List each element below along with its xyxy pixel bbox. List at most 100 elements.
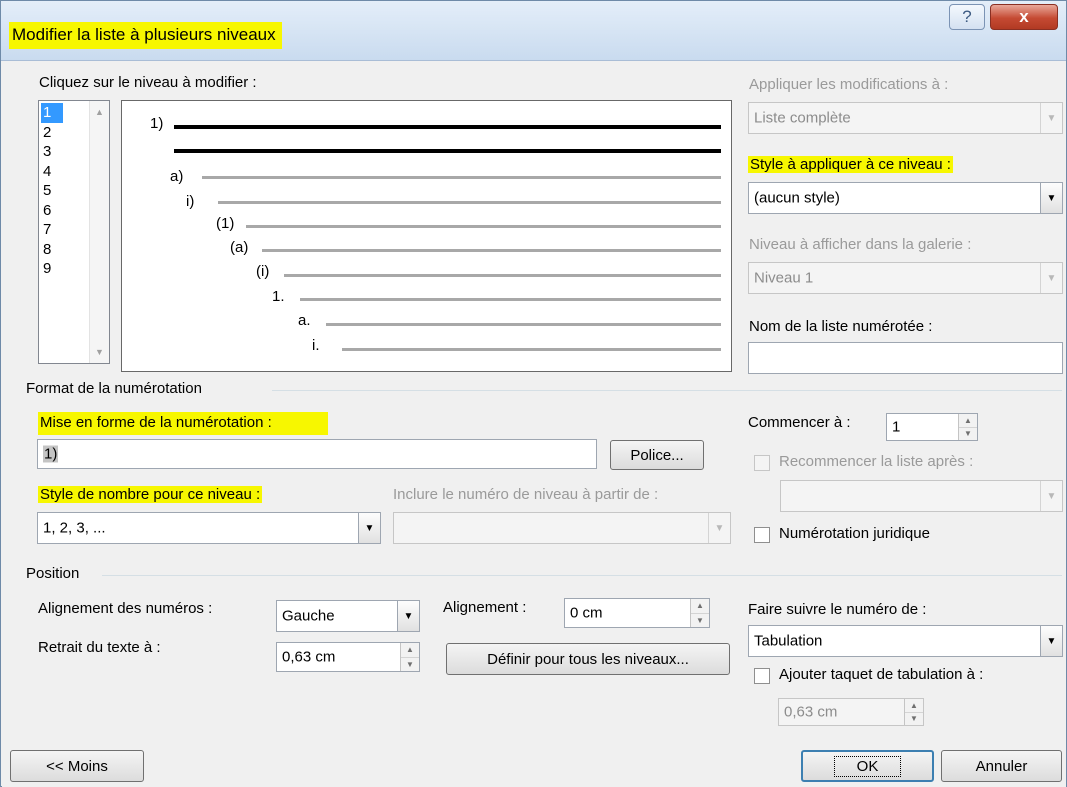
add-tab-stop-label: Ajouter taquet de tabulation à : [779,666,984,683]
tab-stop-spinner[interactable]: 0,63 cm ▲ ▼ [778,698,924,726]
style-level-value: (aucun style) [754,189,840,207]
restart-list-checkbox[interactable] [754,455,770,471]
alignment-dropdown[interactable]: Gauche ▼ [276,600,420,632]
arrow-down-icon[interactable]: ▼ [905,713,923,726]
number-format-input[interactable]: 1) [37,439,597,469]
font-button[interactable]: Police... [610,440,704,470]
level-item[interactable]: 3 [41,142,63,162]
arrow-up-icon[interactable]: ▲ [959,414,977,428]
number-format-value: 1) [43,445,59,463]
level-item[interactable]: 5 [41,181,63,201]
alignment-label: Alignement des numéros : [38,600,213,617]
arrow-up-icon[interactable]: ▲ [401,643,419,658]
preview-line [174,149,721,153]
aligned-at-label: Alignement : [443,599,527,616]
preview-number: (i) [256,263,270,280]
legal-numbering-label: Numérotation juridique [779,525,930,542]
style-level-dropdown[interactable]: (aucun style) ▼ [748,182,1063,214]
chevron-down-icon[interactable]: ▼ [708,513,730,543]
restart-list-dropdown[interactable]: ▼ [780,480,1063,512]
preview-number: (a) [230,239,249,256]
chevron-down-icon[interactable]: ▼ [397,601,419,631]
start-at-value: 1 [892,418,901,436]
arrow-down-icon[interactable]: ▼ [691,614,709,628]
gallery-level-label: Niveau à afficher dans la galerie : [749,236,972,253]
set-all-levels-button[interactable]: Définir pour tous les niveaux... [446,643,730,675]
alignment-value: Gauche [282,607,335,625]
text-indent-value: 0,63 cm [282,648,336,666]
number-format-label: Mise en forme de la numérotation : [38,412,328,435]
gallery-level-dropdown[interactable]: Niveau 1 ▼ [748,262,1063,294]
arrow-down-icon[interactable]: ▼ [401,658,419,672]
level-list-scrollbar[interactable]: ▲ ▼ [89,101,109,363]
level-item[interactable]: 6 [41,201,63,221]
aligned-at-value: 0 cm [570,604,603,622]
spinner-arrows[interactable]: ▲ ▼ [958,414,977,440]
less-button[interactable]: << Moins [10,750,144,782]
apply-value: Liste complète [754,109,851,127]
apply-label: Appliquer les modifications à : [749,76,949,93]
title-bar[interactable]: Modifier la liste à plusieurs niveaux ? … [1,1,1066,61]
arrow-up-icon[interactable]: ▲ [905,699,923,713]
chevron-down-icon[interactable]: ▼ [1040,263,1062,293]
gallery-level-value: Niveau 1 [754,269,814,287]
close-button[interactable]: x [990,4,1058,30]
apply-dropdown[interactable]: Liste complète ▼ [748,102,1063,134]
position-section-title: Position [26,565,80,582]
chevron-down-icon[interactable]: ▼ [1040,103,1062,133]
preview-number: a. [298,312,311,329]
number-style-value: 1, 2, 3, ... [43,519,106,537]
level-item[interactable]: 8 [41,240,63,260]
number-style-dropdown[interactable]: 1, 2, 3, ... ▼ [37,512,381,544]
preview-number: (1) [216,215,235,232]
preview-line [284,274,721,277]
level-item[interactable]: 4 [41,162,63,182]
level-item[interactable]: 7 [41,220,63,240]
chevron-down-icon[interactable]: ▼ [358,513,380,543]
preview-line [202,176,721,179]
levels-label: Cliquez sur le niveau à modifier : [39,74,257,91]
add-tab-stop-checkbox[interactable] [754,668,770,684]
spinner-arrows[interactable]: ▲ ▼ [400,643,419,671]
preview-line [326,323,721,326]
preview-line [342,348,721,351]
follow-number-dropdown[interactable]: Tabulation ▼ [748,625,1063,657]
preview-line [300,298,721,301]
preview-line [262,249,721,252]
section-divider [272,390,1062,391]
preview-line [246,225,721,228]
arrow-down-icon[interactable]: ▼ [959,428,977,441]
scroll-down-icon[interactable]: ▼ [90,343,109,361]
level-item[interactable]: 2 [41,123,63,143]
chevron-down-icon[interactable]: ▼ [1040,481,1062,511]
aligned-at-spinner[interactable]: 0 cm ▲ ▼ [564,598,710,628]
cancel-button[interactable]: Annuler [941,750,1062,782]
preview-line [218,201,721,204]
follow-number-label: Faire suivre le numéro de : [748,601,927,618]
spinner-arrows[interactable]: ▲ ▼ [690,599,709,627]
level-item[interactable]: 9 [41,259,63,279]
level-listbox[interactable]: ▲ ▼ 123456789 [38,100,110,364]
text-indent-label: Retrait du texte à : [38,639,161,656]
help-button[interactable]: ? [949,4,985,30]
legal-numbering-checkbox[interactable] [754,527,770,543]
ok-button[interactable]: OK [801,750,934,782]
start-at-spinner[interactable]: 1 ▲ ▼ [886,413,978,441]
preview-number: 1. [272,288,285,305]
preview-number: i. [312,337,320,354]
chevron-down-icon[interactable]: ▼ [1040,626,1062,656]
list-name-input[interactable] [748,342,1063,374]
arrow-up-icon[interactable]: ▲ [691,599,709,614]
scroll-up-icon[interactable]: ▲ [90,103,109,121]
spinner-arrows[interactable]: ▲ ▼ [904,699,923,725]
text-indent-spinner[interactable]: 0,63 cm ▲ ▼ [276,642,420,672]
chevron-down-icon[interactable]: ▼ [1040,183,1062,213]
level-item[interactable]: 1 [41,103,63,123]
dialog-window: Modifier la liste à plusieurs niveaux ? … [0,0,1067,787]
style-level-label: Style à appliquer à ce niveau : [748,156,953,173]
preview-number: 1) [150,115,164,132]
restart-list-label: Recommencer la liste après : [779,453,974,470]
dialog-title: Modifier la liste à plusieurs niveaux [9,22,282,49]
include-level-dropdown[interactable]: ▼ [393,512,731,544]
preview-line [174,125,721,129]
